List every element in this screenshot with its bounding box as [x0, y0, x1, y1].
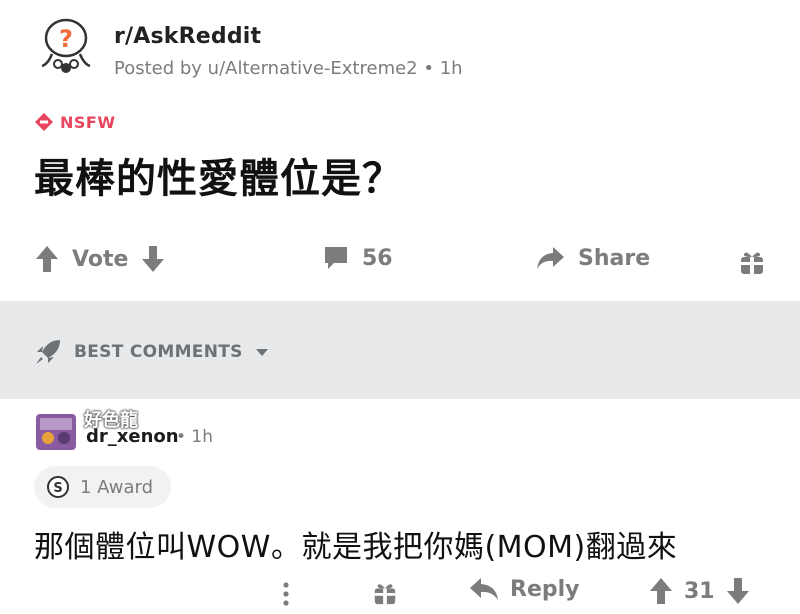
award-label: 1 Award: [80, 476, 154, 498]
reply-button[interactable]: Reply: [468, 576, 580, 602]
gift-icon: [741, 252, 763, 274]
share-label: Share: [578, 245, 651, 271]
post-meta: Posted by u/Alternative-Extreme2 • 1h: [114, 58, 463, 79]
share-button[interactable]: Share: [534, 244, 650, 272]
comment-score: 31: [684, 578, 715, 604]
askreddit-snoo-icon: ?: [41, 18, 91, 73]
vote-label: Vote: [72, 246, 129, 272]
comment-vote-area: 31: [648, 576, 751, 606]
more-vertical-icon: [283, 582, 289, 606]
sort-dropdown[interactable]: BEST COMMENTS: [34, 338, 269, 366]
comment-bubble-icon: [325, 247, 347, 269]
comment-body: 那個體位叫WOW。就是我把你媽(MOM)翻過來: [34, 530, 678, 565]
reply-label: Reply: [510, 576, 580, 602]
silver-award-icon: S: [47, 476, 69, 498]
reply-arrow-icon: [470, 578, 498, 600]
chevron-down-icon: [255, 349, 268, 356]
comment-username[interactable]: dr_xenon: [86, 426, 179, 447]
comment-award-button[interactable]: [372, 580, 398, 610]
downvote-arrow-icon[interactable]: [725, 576, 751, 606]
comment-time: • 1h: [176, 427, 214, 447]
user-avatar-icon: [36, 414, 76, 450]
nsfw-diamond-icon: [35, 113, 53, 131]
avatar[interactable]: [34, 412, 78, 452]
more-options-button[interactable]: [280, 580, 292, 612]
rocket-icon: [36, 340, 60, 364]
svg-text:S: S: [53, 481, 62, 496]
comment-count: 56: [362, 245, 393, 271]
share-arrow-icon: [537, 247, 564, 269]
subreddit-avatar[interactable]: ?: [36, 16, 96, 76]
nsfw-tag: NSFW: [34, 112, 116, 132]
award-badge[interactable]: S 1 Award: [34, 466, 172, 508]
upvote-arrow-icon[interactable]: [648, 576, 674, 606]
gift-icon: [374, 584, 396, 605]
post-vote-area: Vote: [34, 244, 166, 274]
downvote-arrow-icon[interactable]: [140, 244, 166, 274]
nsfw-label: NSFW: [60, 112, 116, 132]
svg-text:?: ?: [59, 25, 73, 53]
subreddit-name[interactable]: r/AskReddit: [114, 24, 261, 49]
post-title: 最棒的性愛體位是？: [34, 156, 403, 202]
upvote-arrow-icon[interactable]: [34, 244, 60, 274]
post-award-button[interactable]: [738, 248, 766, 280]
comments-button[interactable]: 56: [322, 244, 393, 272]
sort-label: BEST COMMENTS: [74, 342, 243, 362]
